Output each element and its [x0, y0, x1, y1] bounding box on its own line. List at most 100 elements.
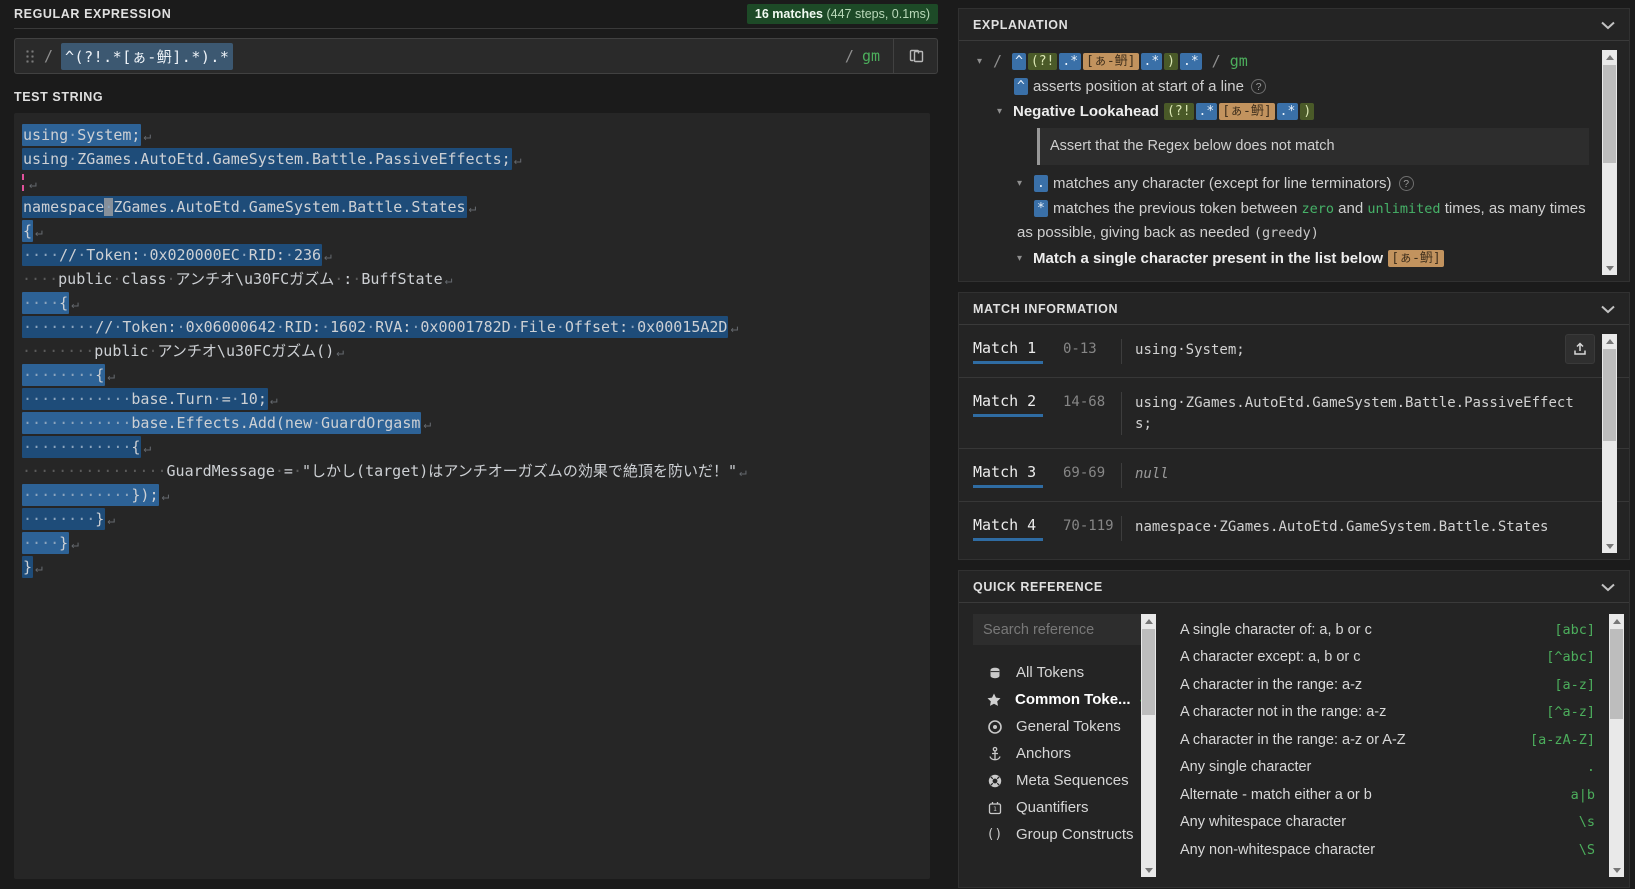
code-line: ················GuardMessage·=·"しかし(targ…	[22, 459, 922, 483]
scrollbar-thumb[interactable]	[1603, 65, 1616, 163]
reference-item[interactable]: A character in the range: a-z[a-z]	[1180, 671, 1595, 699]
explanation-text: matches any character (except for line t…	[1049, 175, 1396, 192]
match-highlight: ····//·Token:·0x020000EC·RID:·236	[22, 244, 322, 266]
scroll-down-arrow-icon[interactable]	[1609, 863, 1624, 877]
line-break-icon: ↵	[324, 249, 332, 264]
reference-item[interactable]: A character in the range: a-z or A-Z[a-z…	[1180, 726, 1595, 754]
match-info-scrollbar[interactable]	[1602, 334, 1617, 553]
scroll-up-arrow-icon[interactable]	[1602, 50, 1617, 64]
explanation-title: EXPLANATION	[973, 18, 1068, 32]
category-anchors[interactable]: Anchors	[973, 740, 1141, 767]
match-highlight: {	[22, 220, 33, 242]
code-line: ········{↵	[22, 363, 922, 387]
match-information-header[interactable]: MATCH INFORMATION	[959, 293, 1629, 325]
reference-scrollbar[interactable]	[1609, 614, 1624, 877]
scroll-down-arrow-icon[interactable]	[1602, 539, 1617, 553]
scroll-up-arrow-icon[interactable]	[1609, 614, 1624, 628]
regex-pattern[interactable]: ^(?!.*[ぁ-鿕].*).*	[61, 43, 233, 70]
explanation-scrollbar[interactable]	[1602, 50, 1617, 275]
scroll-up-arrow-icon[interactable]	[1602, 334, 1617, 348]
reference-item[interactable]: A single character of: a, b or c[abc]	[1180, 616, 1595, 644]
regex-token-chip: )	[1300, 103, 1314, 120]
scroll-down-arrow-icon[interactable]	[1141, 863, 1156, 877]
match-row: Match 214-68using·ZGames.AutoEtd.GameSys…	[959, 377, 1629, 448]
category-quantifiers[interactable]: 1Quantifiers	[973, 794, 1141, 821]
chevron-down-icon[interactable]	[1601, 583, 1615, 592]
code-line: ········}↵	[22, 507, 922, 531]
category-group-constructs[interactable]: ()Group Constructs	[973, 821, 1141, 848]
match-count-text: 16 matches	[755, 7, 823, 21]
scrollbar-thumb[interactable]	[1603, 349, 1616, 441]
sidebar-scrollbar[interactable]	[1141, 614, 1156, 877]
match-highlight: ············});	[22, 484, 159, 506]
collapse-triangle-icon[interactable]: ▾	[1017, 247, 1033, 270]
scrollbar-thumb[interactable]	[1142, 629, 1155, 715]
explanation-text: gm	[1230, 52, 1248, 70]
chevron-down-icon[interactable]	[1601, 21, 1615, 30]
match-range: 14-68	[1063, 392, 1119, 435]
export-matches-button[interactable]	[1565, 334, 1595, 364]
match-label[interactable]: Match 4	[973, 516, 1043, 541]
category-meta-sequences[interactable]: Meta Sequences	[973, 767, 1141, 794]
match-label[interactable]: Match 1	[973, 339, 1043, 364]
help-icon[interactable]: ?	[1399, 176, 1414, 191]
match-label[interactable]: Match 2	[973, 392, 1043, 417]
scroll-up-arrow-icon[interactable]	[1141, 614, 1156, 628]
line-break-icon: ↵	[71, 537, 79, 552]
drag-handle-icon[interactable]	[25, 49, 34, 64]
reference-item[interactable]: Alternate - match either a or ba|b	[1180, 781, 1595, 809]
reference-item[interactable]: Any single character.	[1180, 754, 1595, 782]
match-label[interactable]: Match 3	[973, 463, 1043, 488]
explanation-text: zero	[1301, 201, 1334, 217]
explanation-text: matches the previous token between	[1049, 200, 1302, 217]
line-break-icon: ↵	[71, 297, 79, 312]
explanation-row: ▾Negative Lookahead (?!.*[ぁ-鿕].*)	[973, 100, 1589, 123]
search-input[interactable]	[973, 614, 1141, 645]
match-highlight: ········}	[22, 508, 105, 530]
explanation-text: Negative Lookahead	[1013, 103, 1163, 120]
code-line: ····public·class·アンチオ\u30FCガズム·:·BuffSta…	[22, 267, 922, 291]
reference-item[interactable]: Any non-whitespace character\S	[1180, 836, 1595, 864]
regex-input[interactable]: / ^(?!.*[ぁ-鿕].*).* / gm	[14, 38, 938, 74]
quick-reference-body: All TokensCommon Toke...✓General TokensA…	[959, 603, 1629, 877]
indent-spacer	[1017, 197, 1033, 220]
help-icon[interactable]: ?	[1251, 79, 1266, 94]
category-all-tokens[interactable]: All Tokens	[973, 659, 1141, 686]
scrollbar-thumb[interactable]	[1610, 629, 1623, 719]
collapse-triangle-icon[interactable]: ▾	[977, 50, 993, 73]
test-string-editor[interactable]: using·System;↵using·ZGames.AutoEtd.GameS…	[14, 113, 930, 879]
chevron-down-icon[interactable]	[1601, 305, 1615, 314]
copy-regex-button[interactable]	[907, 45, 927, 67]
reference-code: \S	[1579, 842, 1595, 858]
explanation-text: asserts position at start of a line	[1029, 78, 1248, 95]
code-line: namespace·ZGames.AutoEtd.GameSystem.Batt…	[22, 195, 922, 219]
reference-code: \s	[1579, 814, 1595, 830]
scroll-down-arrow-icon[interactable]	[1602, 261, 1617, 275]
reference-item[interactable]: A character except: a, b or c[^abc]	[1180, 644, 1595, 672]
category-common-toke-[interactable]: Common Toke...✓	[973, 686, 1141, 713]
match-highlight: }	[22, 556, 33, 578]
collapse-triangle-icon[interactable]: ▾	[1017, 172, 1033, 195]
line-break-icon: ↵	[143, 441, 151, 456]
code-line: ········public·アンチオ\u30FCガズム()↵	[22, 339, 922, 363]
match-value: null	[1121, 463, 1585, 488]
indent-spacer	[1017, 272, 1033, 273]
reference-description: Any single character	[1180, 759, 1311, 775]
category-general-tokens[interactable]: General Tokens	[973, 713, 1141, 740]
code-line: ····}↵	[22, 531, 922, 555]
quick-reference-header[interactable]: QUICK REFERENCE	[959, 571, 1629, 603]
reference-description: A character in the range: a-z	[1180, 677, 1362, 693]
regex-section-header: REGULAR EXPRESSION 16 matches (447 steps…	[14, 0, 938, 29]
explanation-row: ▾/ ^(?!.*[ぁ-鿕].*).* / gm	[973, 50, 1589, 73]
code-line: }↵	[22, 555, 922, 579]
regex-flags[interactable]: gm	[862, 47, 880, 65]
regex-token-chip: ^	[1012, 53, 1026, 70]
regex-token-chip: )	[1164, 53, 1178, 70]
reference-item[interactable]: Any whitespace character\s	[1180, 809, 1595, 837]
explanation-text: unlimited	[1367, 201, 1440, 217]
match-highlight: ········//·Token:·0x06000642·RID:·1602·R…	[22, 316, 728, 338]
reference-item[interactable]: A character not in the range: a-z[^a-z]	[1180, 699, 1595, 727]
parens-icon: ()	[986, 827, 1003, 842]
explanation-header[interactable]: EXPLANATION	[959, 9, 1629, 41]
collapse-triangle-icon[interactable]: ▾	[997, 100, 1013, 123]
